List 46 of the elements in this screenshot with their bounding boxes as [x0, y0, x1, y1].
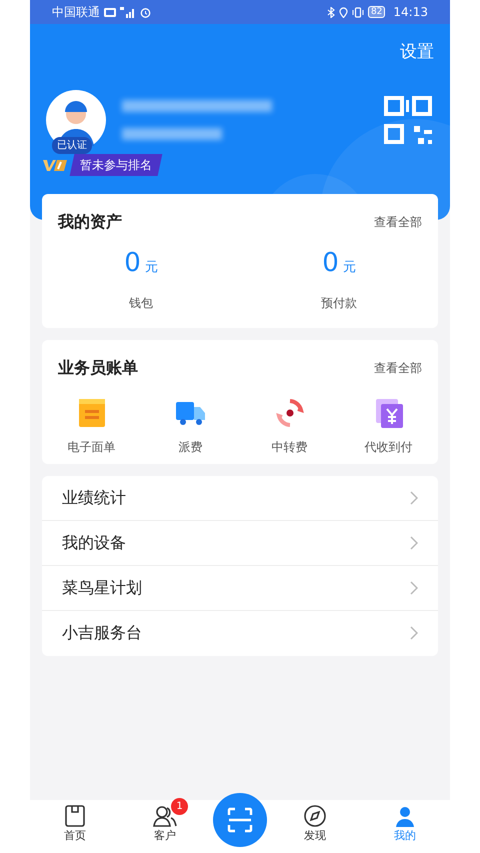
- signal-icon: [120, 6, 136, 18]
- rank-badge: 暂未参与排名: [70, 154, 162, 176]
- menu-item[interactable]: 小吉服务台: [42, 610, 438, 656]
- contacts-icon: [153, 804, 177, 828]
- menu-item[interactable]: 业绩统计: [42, 476, 438, 520]
- card-title: 我的资产: [58, 211, 122, 233]
- bill-label[interactable]: 电子面单: [68, 438, 116, 456]
- asset-amount: 0: [124, 250, 141, 276]
- asset-label: 钱包: [129, 294, 153, 312]
- bill-label[interactable]: 代收到付: [364, 438, 412, 456]
- carrier-name: 中国联通: [52, 4, 100, 21]
- tab-item[interactable]: 发现: [273, 800, 357, 844]
- scan-icon: [227, 807, 253, 833]
- card-title: 业务员账单: [58, 356, 138, 378]
- menu-item[interactable]: 我的设备: [42, 520, 438, 566]
- chevron-right-icon: [410, 536, 418, 550]
- chevron-right-icon: [410, 580, 418, 594]
- home-icon: [63, 804, 87, 828]
- settings-link[interactable]: 设置: [400, 40, 434, 66]
- notification-badge: 1: [171, 798, 188, 815]
- alarm-icon: [140, 6, 151, 18]
- compass-icon: [303, 804, 327, 828]
- chevron-right-icon: [410, 626, 418, 640]
- chevron-right-icon: [410, 490, 418, 504]
- person-icon: [393, 804, 417, 828]
- scan-button[interactable]: [213, 793, 267, 847]
- menu-item[interactable]: 菜鸟星计划: [42, 566, 438, 610]
- tab-item[interactable]: 客户 1: [123, 800, 207, 844]
- verified-badge: 已认证: [52, 136, 92, 154]
- view-all-link[interactable]: 查看全部: [374, 358, 422, 376]
- vibrate-icon: [352, 6, 364, 18]
- bill-label[interactable]: 中转费: [272, 438, 308, 456]
- bill-label[interactable]: 派费: [178, 438, 202, 456]
- bluetooth-icon: [326, 6, 335, 18]
- vip-level-icon: [42, 158, 68, 172]
- tab-item[interactable]: 首页: [33, 800, 117, 844]
- view-all-link[interactable]: 查看全部: [374, 213, 422, 231]
- asset-amount: 0: [322, 250, 339, 276]
- status-time: 14:13: [393, 4, 428, 21]
- currency-unit: 元: [342, 259, 356, 277]
- asset-label: 预付款: [321, 294, 357, 312]
- qr-code-icon[interactable]: [384, 96, 432, 144]
- location-icon: [338, 6, 348, 18]
- battery-level: 82: [368, 6, 386, 18]
- currency-unit: 元: [144, 259, 158, 277]
- tab-item[interactable]: 我的: [363, 800, 447, 844]
